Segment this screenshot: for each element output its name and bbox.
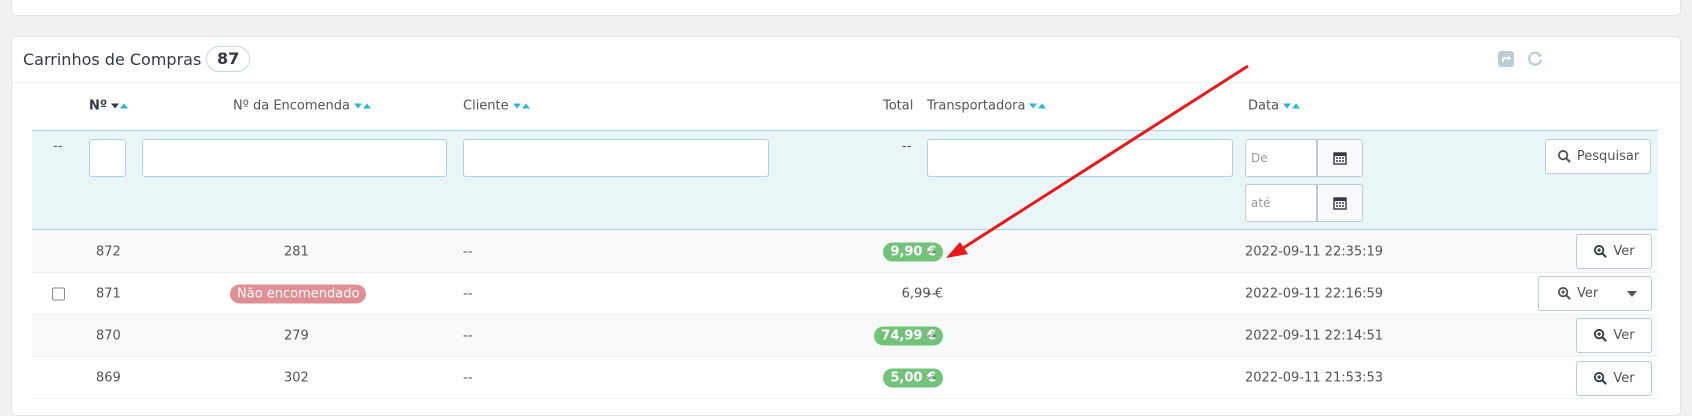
zoom-in-icon [1594,244,1608,258]
row-customer: -- [463,370,473,385]
row-order: 302 [284,370,309,385]
row-order: 279 [284,328,309,343]
view-button-label: Ver [1613,244,1635,259]
col-header-total: Total [883,99,913,114]
col-header-carrier[interactable]: Transportadora [927,98,1047,114]
row-id: 869 [96,370,121,385]
col-header-order-label: Nº da Encomenda [233,98,351,114]
col-header-total-label: Total [883,98,914,114]
export-icon[interactable] [1497,50,1515,68]
col-header-customer-label: Cliente [463,98,509,114]
filter-carrier-input[interactable] [927,139,1233,177]
search-button[interactable]: Pesquisar [1545,139,1651,174]
table-row[interactable]: 869 302 -- 5,00 € -- 2022-09-11 21:53:53 [32,357,1658,399]
date-to-calendar-button[interactable] [1317,184,1363,222]
table-row[interactable]: 872 281 -- 9,90 € -- 2022-09-11 22:35:19 [32,231,1658,273]
col-header-date[interactable]: Data [1248,98,1301,114]
sort-icon[interactable] [110,99,129,114]
calendar-icon [1333,197,1347,210]
row-date: 2022-09-11 22:14:51 [1245,328,1384,343]
row-customer: -- [463,328,473,343]
refresh-icon[interactable] [1526,50,1544,68]
col-header-order[interactable]: Nº da Encomenda [233,98,372,114]
row-date: 2022-09-11 21:53:53 [1245,370,1384,385]
sort-icon[interactable] [512,99,530,114]
calendar-icon [1333,152,1347,165]
row-id: 872 [96,244,121,259]
filter-total-dash: -- [902,139,912,154]
caret-down-icon[interactable] [1627,291,1637,297]
view-button-label: Ver [1613,371,1635,386]
col-header-id[interactable]: Nº [89,98,129,114]
view-button[interactable]: Ver [1576,361,1652,396]
col-header-customer[interactable]: Cliente [463,99,530,114]
search-icon [1557,149,1571,163]
row-total: 6,99 € [901,286,943,301]
row-customer: -- [463,244,473,259]
col-header-date-label: Data [1248,98,1280,114]
table-row[interactable]: 870 279 -- 74,99 € -- 2022-09-11 22:14:5… [32,315,1658,357]
sort-icon[interactable] [353,99,372,114]
view-button[interactable]: Ver [1576,234,1652,269]
sort-icon[interactable] [1282,99,1301,114]
panel-title: Carrinhos de Compras [23,50,202,69]
row-id: 871 [96,286,121,301]
count-badge: 87 [206,46,251,72]
date-from-input[interactable]: De [1245,139,1317,177]
row-carrier: -- [927,328,937,343]
zoom-in-icon [1594,371,1608,385]
filter-placeholder-dash: -- [53,139,63,154]
date-from-calendar-button[interactable] [1317,139,1363,177]
row-customer: -- [463,286,473,301]
row-date: 2022-09-11 22:16:59 [1245,286,1384,301]
col-header-carrier-label: Transportadora [927,98,1026,114]
zoom-in-icon [1557,286,1571,300]
col-header-id-label: Nº [89,98,108,114]
filter-order-input[interactable] [142,139,447,177]
row-date: 2022-09-11 22:35:19 [1245,244,1384,259]
view-button[interactable]: Ver [1576,318,1652,353]
row-carrier: -- [927,370,937,385]
search-button-label: Pesquisar [1576,149,1640,164]
row-carrier: -- [927,286,937,301]
top-panel [11,0,1681,16]
row-order: 281 [284,244,309,259]
date-to-input[interactable]: até [1245,184,1317,222]
view-button-label: Ver [1613,328,1635,343]
row-checkbox[interactable] [52,287,65,300]
view-button-with-dropdown[interactable]: Ver [1538,276,1652,311]
filter-customer-input[interactable] [463,139,769,177]
sort-icon[interactable] [1028,99,1047,114]
table-row[interactable]: 871 Não encomendado -- 6,99 € -- 2022-09… [32,273,1658,315]
zoom-in-icon [1594,328,1608,342]
row-id: 870 [96,328,121,343]
panel-heading: Carrinhos de Compras 87 [12,37,1680,83]
filter-id-input[interactable] [89,139,126,177]
row-carrier: -- [927,244,937,259]
view-button-label: Ver [1577,286,1599,301]
row-order-status-badge: Não encomendado [230,284,367,303]
